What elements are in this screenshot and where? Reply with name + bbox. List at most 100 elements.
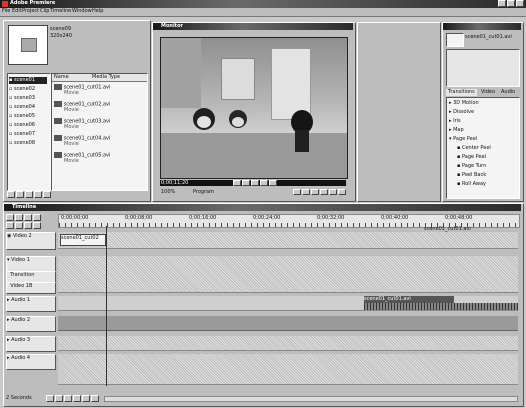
menu-clip[interactable]: Clip <box>40 8 49 15</box>
tree-item[interactable]: ▪ Peel Back <box>457 172 486 179</box>
clip-video-2[interactable]: scene01_cut02 <box>60 234 106 246</box>
track-audio-4[interactable] <box>58 354 518 385</box>
time-zoom-select[interactable]: 2 Seconds <box>6 395 32 401</box>
delete-button[interactable] <box>25 191 33 198</box>
track-audio-2[interactable] <box>58 316 518 331</box>
tree-item[interactable]: ▪ Roll Away <box>457 181 486 188</box>
razor-tool[interactable] <box>24 214 32 221</box>
loop-button[interactable] <box>269 180 277 186</box>
audio-waveform <box>364 303 518 310</box>
bin-item[interactable]: ▫ scene05 <box>9 113 35 120</box>
safe-margins-button[interactable] <box>338 189 346 195</box>
transitions-palette: scene01_cut01.avi Transitions Video Audi… <box>442 22 524 202</box>
menu-project[interactable]: Project <box>22 8 39 15</box>
bin-item[interactable]: ▫ scene06 <box>9 122 35 129</box>
film-icon <box>54 152 62 158</box>
list-view-button[interactable] <box>34 191 42 198</box>
col-media-type[interactable]: Media Type <box>92 74 120 81</box>
menu-file[interactable]: File <box>2 8 10 15</box>
minimize-button[interactable] <box>498 0 506 7</box>
find-button[interactable] <box>16 191 24 198</box>
track-options-button[interactable] <box>46 395 54 402</box>
play-button[interactable] <box>242 180 250 186</box>
tree-item[interactable]: ▪ Page Peel <box>457 154 486 161</box>
timeline-tools <box>6 214 56 230</box>
trim-button[interactable] <box>329 189 337 195</box>
monitor-zoom[interactable]: 100% <box>161 189 175 196</box>
tree-folder[interactable]: ▾ Page Peel <box>449 136 477 143</box>
thumbnail-image <box>21 38 37 52</box>
clip-row[interactable]: scene01_cut02.avi <box>54 101 110 109</box>
icon-view-button[interactable] <box>43 191 51 198</box>
maximize-button[interactable] <box>507 0 515 7</box>
tree-folder[interactable]: ▸ Map <box>449 127 464 134</box>
track-video-1[interactable] <box>58 256 518 293</box>
col-name[interactable]: Name <box>54 74 69 81</box>
bin-item[interactable]: ▫ scene07 <box>9 131 35 138</box>
clip-row[interactable]: scene01_cut03.avi <box>54 118 110 126</box>
collapse-button[interactable] <box>91 395 99 402</box>
edge-view-button[interactable] <box>73 395 81 402</box>
clip-row[interactable]: scene01_cut01.avi <box>54 84 110 92</box>
tab-transitions[interactable]: Transitions <box>446 89 477 96</box>
next-frame-button[interactable] <box>260 180 268 186</box>
hand-tool[interactable] <box>33 214 41 221</box>
horizontal-scrollbar[interactable] <box>104 396 518 402</box>
transitions-preview <box>446 33 464 47</box>
mark-in-button[interactable] <box>293 189 301 195</box>
app-icon <box>2 1 8 7</box>
tree-item[interactable]: ▪ Center Peel <box>457 145 491 152</box>
bin-item[interactable]: ▪ scene01 <box>9 77 47 84</box>
track-header-video-1b[interactable]: Video 1B <box>6 282 56 294</box>
tab-audio[interactable]: Audio <box>501 89 515 96</box>
menu-window[interactable]: Window <box>72 8 92 15</box>
bin-item[interactable]: ▫ scene08 <box>9 140 35 147</box>
toggle-shift-button[interactable] <box>55 395 63 402</box>
menu-edit[interactable]: Edit <box>12 8 22 15</box>
playhead[interactable] <box>106 226 107 386</box>
bin-list: ▪ scene01 ▫ scene02 ▫ scene03 ▫ scene04 … <box>7 73 51 191</box>
bin-item[interactable]: ▫ scene03 <box>9 95 35 102</box>
out-point-tool[interactable] <box>33 222 41 229</box>
range-select-tool[interactable] <box>15 214 23 221</box>
track-header-video-2[interactable]: ◉ Video 2 <box>6 232 56 250</box>
zoom-tool[interactable] <box>6 222 14 229</box>
track-header-video-1[interactable]: ▾ Video 1 <box>6 256 56 272</box>
close-button[interactable] <box>516 0 524 7</box>
prev-frame-button[interactable] <box>233 180 241 186</box>
tree-folder[interactable]: ▸ Dissolve <box>449 109 474 116</box>
clip-row-info: Movie <box>64 124 79 130</box>
track-video-2[interactable] <box>58 232 518 249</box>
bin-item[interactable]: ▫ scene02 <box>9 86 35 93</box>
clip-row[interactable]: scene01_cut04.avi <box>54 135 110 143</box>
menu-help[interactable]: Help <box>92 8 103 15</box>
track-header-audio-4[interactable]: ▸ Audio 4 <box>6 354 56 370</box>
clip-list-header: Name Media Type <box>52 74 147 82</box>
video-frame <box>160 37 348 179</box>
stop-button[interactable] <box>251 180 259 186</box>
track-header-audio-2[interactable]: ▸ Audio 2 <box>6 316 56 332</box>
tree-item[interactable]: ▪ Page Turn <box>457 163 486 170</box>
snap-button[interactable] <box>64 395 72 402</box>
tree-folder[interactable]: ▸ 3D Motion <box>449 100 479 107</box>
clip-label-top-right: scene01_cut01.avi <box>424 226 471 232</box>
track-header-audio-1[interactable]: ▸ Audio 1 <box>6 296 56 312</box>
track-header-audio-3[interactable]: ▸ Audio 3 <box>6 336 56 352</box>
audio-clip[interactable]: scene01_cut01.avi <box>364 296 454 303</box>
link-tool[interactable] <box>15 222 23 229</box>
clip-row[interactable]: scene01_cut05.avi <box>54 152 110 160</box>
lift-button[interactable] <box>311 189 319 195</box>
in-point-tool[interactable] <box>24 222 32 229</box>
selection-tool[interactable] <box>6 214 14 221</box>
menu-timeline[interactable]: Timeline <box>50 8 71 15</box>
new-bin-button[interactable] <box>7 191 15 198</box>
transitions-tree: ▸ 3D Motion ▸ Dissolve ▸ Iris ▸ Map ▾ Pa… <box>446 97 520 199</box>
mark-out-button[interactable] <box>302 189 310 195</box>
tree-folder[interactable]: ▸ Iris <box>449 118 461 125</box>
bin-item[interactable]: ▫ scene04 <box>9 104 35 111</box>
sync-button[interactable] <box>82 395 90 402</box>
clip-row-info: Movie <box>64 90 79 96</box>
track-audio-3[interactable] <box>58 336 518 351</box>
extract-button[interactable] <box>320 189 328 195</box>
tab-video[interactable]: Video <box>481 89 495 96</box>
